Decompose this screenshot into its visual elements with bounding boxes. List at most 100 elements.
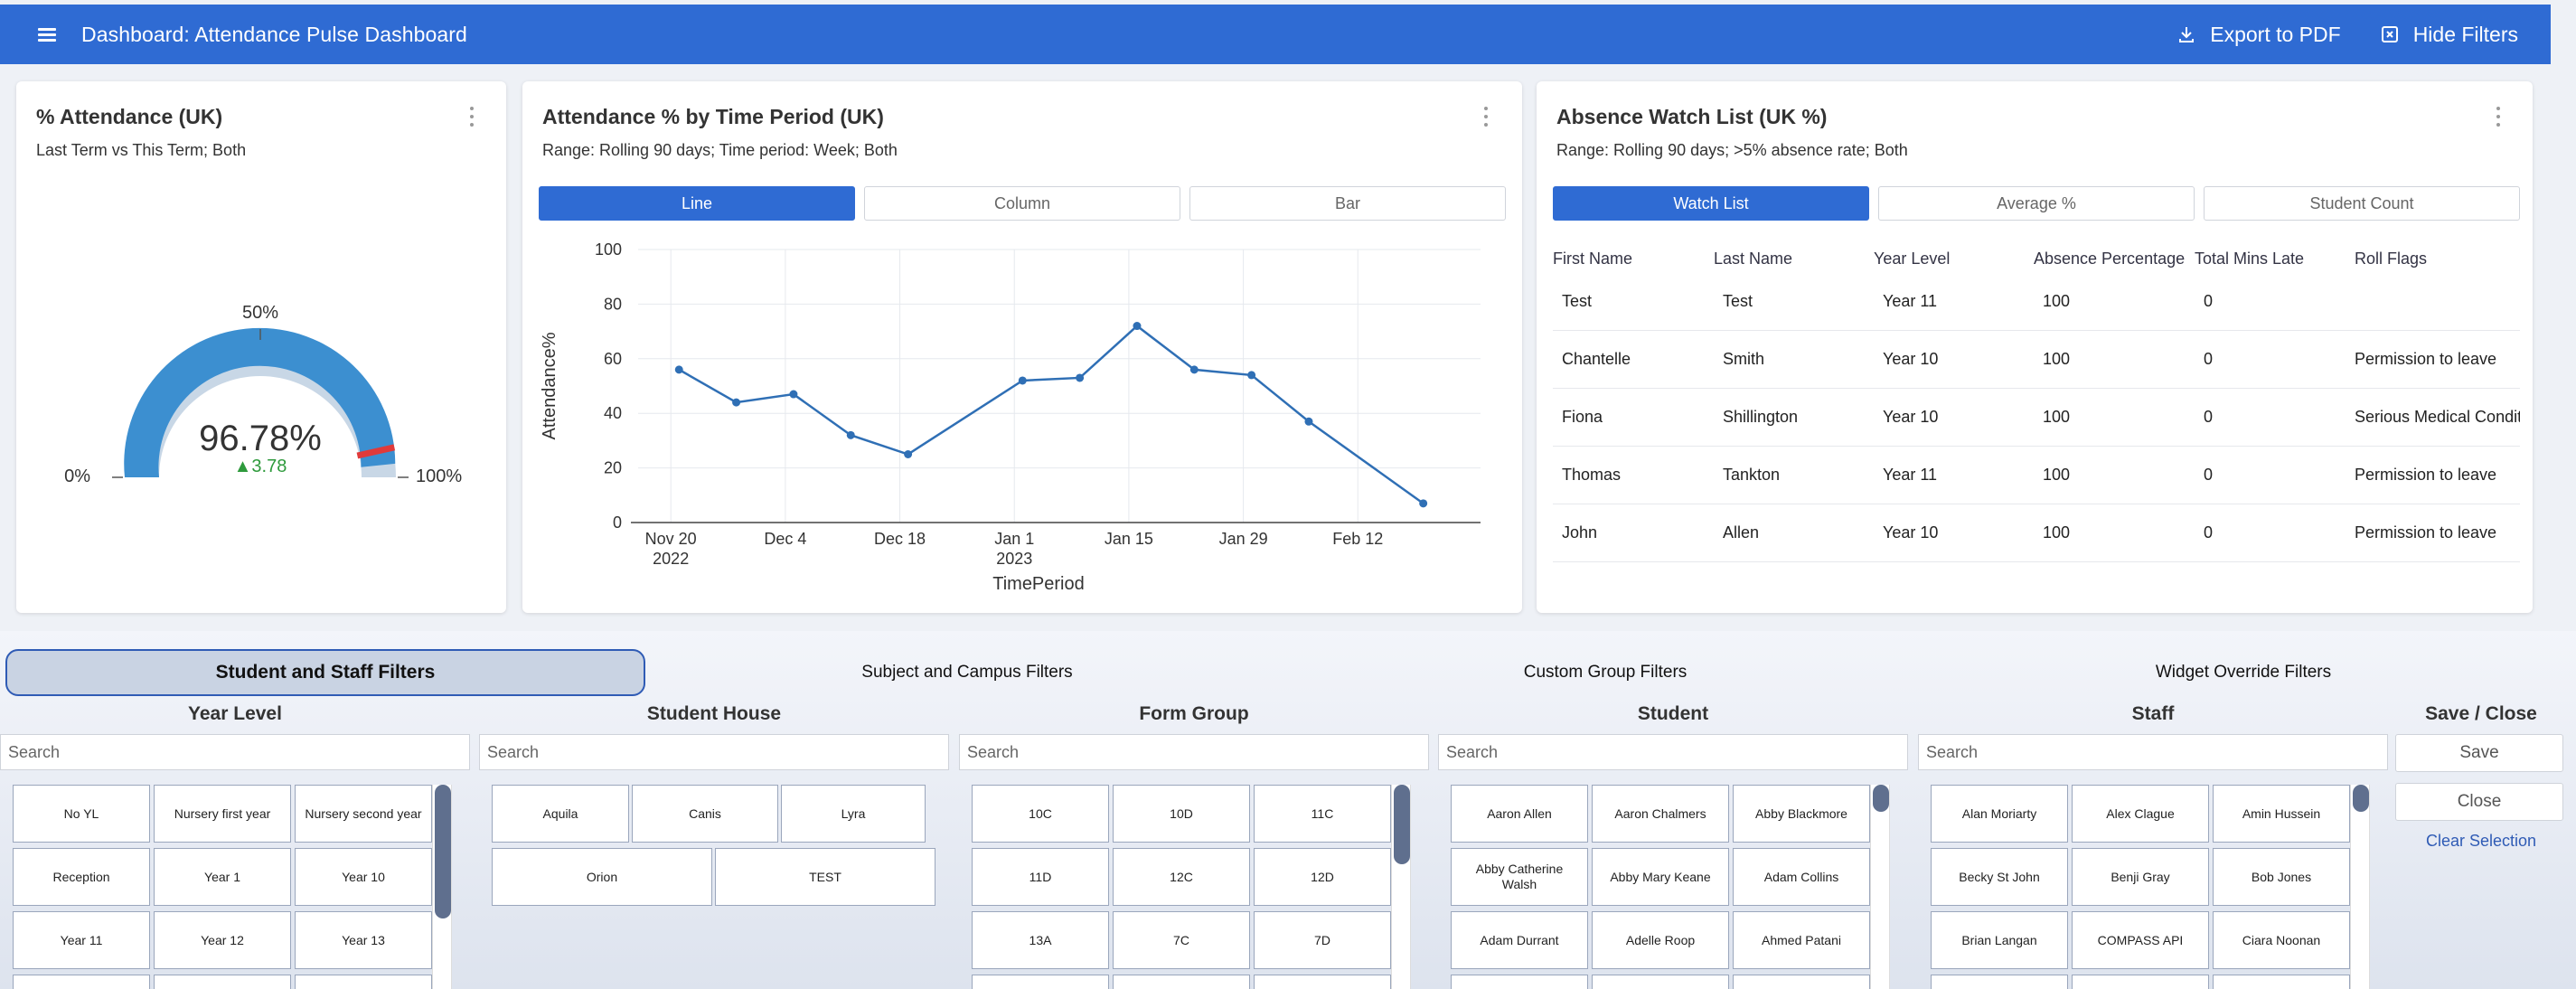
data-point[interactable] xyxy=(1133,322,1142,331)
data-point[interactable] xyxy=(1189,365,1199,374)
filter-option[interactable]: 7C xyxy=(1113,911,1250,969)
filter-scrollbar-thumb[interactable] xyxy=(1394,785,1410,864)
filter-option[interactable]: TEST xyxy=(715,848,935,906)
filter-option-partial[interactable] xyxy=(972,975,1109,989)
tab-student-staff-filters[interactable]: Student and Staff Filters xyxy=(5,649,645,696)
menu-icon[interactable] xyxy=(38,27,56,42)
data-point[interactable] xyxy=(1018,376,1027,385)
filter-option-partial[interactable] xyxy=(295,975,432,989)
filter-option[interactable]: Canis xyxy=(632,785,778,843)
filter-option[interactable]: Adam Collins xyxy=(1733,848,1870,906)
filter-option[interactable]: 13A xyxy=(972,911,1109,969)
filter-option-partial[interactable] xyxy=(1451,975,1588,989)
filter-option[interactable]: Alex Clague xyxy=(2072,785,2209,843)
filter-option[interactable]: Bob Jones xyxy=(2213,848,2350,906)
filter-option[interactable]: Year 13 xyxy=(295,911,432,969)
hide-filters-button[interactable]: Hide Filters xyxy=(2381,23,2518,47)
col-roll-flags[interactable]: Roll Flags xyxy=(2355,250,2520,268)
filter-option-partial[interactable] xyxy=(154,975,291,989)
data-point[interactable] xyxy=(846,430,855,439)
filter-option[interactable]: Benji Gray xyxy=(2072,848,2209,906)
tab-student-count[interactable]: Student Count xyxy=(2204,186,2520,221)
data-point[interactable] xyxy=(732,398,741,407)
filter-scrollbar-thumb[interactable] xyxy=(2353,785,2369,812)
clear-selection-link[interactable]: Clear Selection xyxy=(2395,832,2567,851)
filter-search-input[interactable] xyxy=(959,734,1429,770)
filter-option[interactable]: Becky St John xyxy=(1931,848,2068,906)
filter-option-partial[interactable] xyxy=(1113,975,1250,989)
filter-option[interactable]: Orion xyxy=(492,848,712,906)
data-point[interactable] xyxy=(904,450,913,458)
data-point[interactable] xyxy=(1247,371,1256,380)
filter-option-partial[interactable] xyxy=(13,975,150,989)
tab-watch-list[interactable]: Watch List xyxy=(1553,186,1869,221)
filter-scrollbar-thumb[interactable] xyxy=(435,785,451,918)
filter-scrollbar[interactable] xyxy=(1391,785,1411,989)
filter-option[interactable]: Ciara Noonan xyxy=(2213,911,2350,969)
filter-option[interactable]: 10C xyxy=(972,785,1109,843)
filter-scrollbar[interactable] xyxy=(1870,785,1890,989)
table-row[interactable]: Chantelle Smith Year 10 100 0 Permission to l… xyxy=(1553,331,2520,389)
filter-option[interactable]: Abby Catherine Walsh xyxy=(1451,848,1588,906)
filter-option[interactable]: Year 11 xyxy=(13,911,150,969)
filter-option[interactable]: Abby Mary Keane xyxy=(1592,848,1729,906)
filter-search-input[interactable] xyxy=(1918,734,2388,770)
filter-option[interactable]: 10D xyxy=(1113,785,1250,843)
filter-option[interactable]: No YL xyxy=(13,785,150,843)
filter-option-partial[interactable] xyxy=(2213,975,2350,989)
filter-option[interactable]: Nursery first year xyxy=(154,785,291,843)
filter-option[interactable]: Nursery second year xyxy=(295,785,432,843)
tab-average[interactable]: Average % xyxy=(1878,186,2195,221)
data-point[interactable] xyxy=(1304,417,1313,426)
filter-option[interactable]: 11C xyxy=(1254,785,1391,843)
close-button[interactable]: Close xyxy=(2395,783,2563,821)
save-button[interactable]: Save xyxy=(2395,734,2563,772)
filter-option[interactable]: Aaron Allen xyxy=(1451,785,1588,843)
watchlist-more-icon[interactable] xyxy=(2496,107,2501,127)
filter-search-input[interactable] xyxy=(0,734,470,770)
data-point[interactable] xyxy=(1419,499,1428,508)
table-row[interactable]: Thomas Tankton Year 11 100 0 Permission to le… xyxy=(1553,447,2520,504)
filter-option[interactable]: Aquila xyxy=(492,785,629,843)
filter-option[interactable]: COMPASS API xyxy=(2072,911,2209,969)
tab-widget-override-filters[interactable]: Widget Override Filters xyxy=(1927,649,2560,696)
filter-search-input[interactable] xyxy=(1438,734,1908,770)
filter-option[interactable]: Aaron Chalmers xyxy=(1592,785,1729,843)
filter-scrollbar[interactable] xyxy=(432,785,452,989)
filter-option[interactable]: Adam Durrant xyxy=(1451,911,1588,969)
col-year-level[interactable]: Year Level xyxy=(1874,250,2034,268)
table-row[interactable]: Fiona Shillington Year 10 100 0 Serious Medic… xyxy=(1553,389,2520,447)
filter-option[interactable]: Year 10 xyxy=(295,848,432,906)
filter-option[interactable]: Brian Langan xyxy=(1931,911,2068,969)
filter-option[interactable]: Adelle Roop xyxy=(1592,911,1729,969)
filter-option[interactable]: Lyra xyxy=(781,785,926,843)
filter-option[interactable]: Amin Hussein xyxy=(2213,785,2350,843)
filter-option[interactable]: 12D xyxy=(1254,848,1391,906)
data-point[interactable] xyxy=(674,365,683,374)
col-total-mins-late[interactable]: Total Mins Late xyxy=(2195,250,2355,268)
filter-option[interactable]: Ahmed Patani xyxy=(1733,911,1870,969)
filter-option[interactable]: Year 1 xyxy=(154,848,291,906)
table-row[interactable]: Test Test Year 11 100 0 xyxy=(1553,273,2520,331)
table-row[interactable]: John Allen Year 10 100 0 Permission to leave xyxy=(1553,504,2520,562)
filter-option-partial[interactable] xyxy=(1931,975,2068,989)
filter-option[interactable]: Reception xyxy=(13,848,150,906)
filter-scrollbar-thumb[interactable] xyxy=(1873,785,1889,812)
filter-option[interactable]: Alan Moriarty xyxy=(1931,785,2068,843)
filter-option-partial[interactable] xyxy=(1733,975,1870,989)
tab-custom-group-filters[interactable]: Custom Group Filters xyxy=(1289,649,1922,696)
col-first-name[interactable]: First Name xyxy=(1553,250,1714,268)
export-pdf-button[interactable]: Export to PDF xyxy=(2177,23,2341,47)
filter-option-partial[interactable] xyxy=(1254,975,1391,989)
data-point[interactable] xyxy=(1076,373,1085,382)
filter-option-partial[interactable] xyxy=(1592,975,1729,989)
filter-option[interactable]: Year 12 xyxy=(154,911,291,969)
filter-search-input[interactable] xyxy=(479,734,949,770)
filter-option-partial[interactable] xyxy=(2072,975,2209,989)
filter-option[interactable]: Abby Blackmore xyxy=(1733,785,1870,843)
tab-subject-campus-filters[interactable]: Subject and Campus Filters xyxy=(651,649,1283,696)
filter-option[interactable]: 7D xyxy=(1254,911,1391,969)
filter-option[interactable]: 12C xyxy=(1113,848,1250,906)
col-absence-percentage[interactable]: Absence Percentage xyxy=(2034,250,2195,268)
filter-scrollbar[interactable] xyxy=(2350,785,2370,989)
